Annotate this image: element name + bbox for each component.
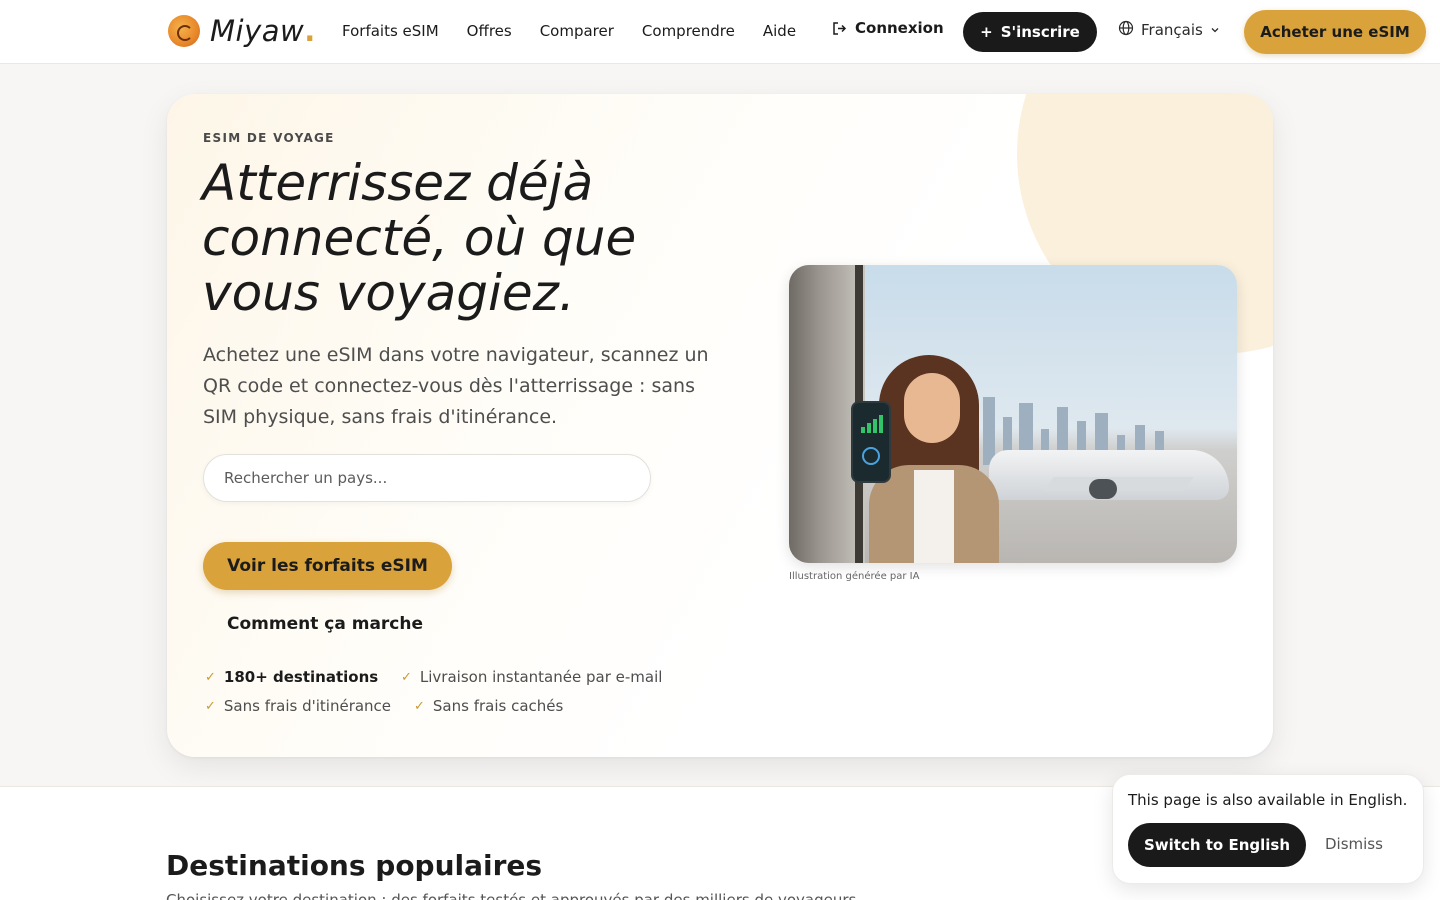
section-title: Destinations populaires <box>166 849 543 882</box>
main-nav: Forfaits eSIM Offres Comparer Comprendre… <box>342 20 824 42</box>
nav-link-comparer[interactable]: Comparer <box>540 20 614 42</box>
nav-link-comprendre[interactable]: Comprendre <box>642 20 735 42</box>
signal-bars-icon <box>861 415 883 433</box>
feature-item: ✓ 180+ destinations <box>205 668 378 686</box>
hero-headline: Atterrissez déjà connecté, où que vous v… <box>202 154 637 322</box>
switch-to-english-button[interactable]: Switch to English <box>1128 823 1306 867</box>
feature-label: Sans frais cachés <box>432 697 564 715</box>
plus-icon: + <box>980 23 993 41</box>
feature-label: Livraison instantanée par e-mail <box>419 668 663 686</box>
view-plans-button[interactable]: Voir les forfaits eSIM <box>203 542 452 590</box>
signup-button[interactable]: + S'inscrire <box>963 12 1097 52</box>
language-toast: This page is also available in English. … <box>1112 774 1424 884</box>
check-icon: ✓ <box>205 669 216 685</box>
logo[interactable]: Miyaw. <box>168 14 316 48</box>
toast-message: This page is also available in English. <box>1128 791 1408 809</box>
hero-subtitle: Achetez une eSIM dans votre navigateur, … <box>203 344 709 428</box>
dismiss-button[interactable]: Dismiss <box>1325 835 1383 853</box>
check-icon: ✓ <box>414 698 425 714</box>
hero-card: ESIM DE VOYAGE Atterrissez déjà connecté… <box>167 94 1273 757</box>
feature-item: ✓ Sans frais cachés <box>414 697 563 715</box>
globe-icon <box>1118 20 1134 40</box>
chevron-down-icon <box>1210 21 1220 39</box>
nav-link-offres[interactable]: Offres <box>467 20 512 42</box>
nav-link-forfaits[interactable]: Forfaits eSIM <box>342 20 439 42</box>
nav-link-aide[interactable]: Aide <box>763 20 796 42</box>
hero-illustration <box>789 265 1237 563</box>
language-selector[interactable]: Français <box>1118 20 1220 40</box>
feature-label: Sans frais d'itinérance <box>223 697 392 715</box>
check-icon: ✓ <box>401 669 412 685</box>
language-label: Français <box>1141 21 1203 39</box>
signup-label: S'inscrire <box>1000 23 1080 41</box>
feature-label: 180+ destinations <box>223 668 379 686</box>
airplane-engine <box>1089 479 1117 499</box>
feature-item: ✓ Livraison instantanée par e-mail <box>401 668 662 686</box>
login-label: Connexion <box>855 19 944 37</box>
top-navbar: Miyaw. Forfaits eSIM Offres Comparer Com… <box>0 0 1440 64</box>
image-caption: Illustration générée par IA <box>789 571 920 582</box>
phone-icon <box>851 401 891 483</box>
login-button[interactable]: Connexion <box>832 19 944 37</box>
feature-item: ✓ Sans frais d'itinérance <box>205 697 391 715</box>
buy-esim-button[interactable]: Acheter une eSIM <box>1244 10 1426 54</box>
hero-eyebrow: ESIM DE VOYAGE <box>203 131 335 145</box>
logo-text: Miyaw. <box>210 14 316 48</box>
cat-logo-icon <box>168 15 200 47</box>
country-search-input[interactable] <box>203 454 651 502</box>
airplane-wing <box>1044 477 1194 491</box>
section-subtitle: Choisissez votre destination : des forfa… <box>166 891 862 900</box>
globe-icon <box>862 447 880 465</box>
how-it-works-link[interactable]: Comment ça marche <box>227 614 423 634</box>
login-icon <box>832 21 847 36</box>
check-icon: ✓ <box>205 698 216 714</box>
